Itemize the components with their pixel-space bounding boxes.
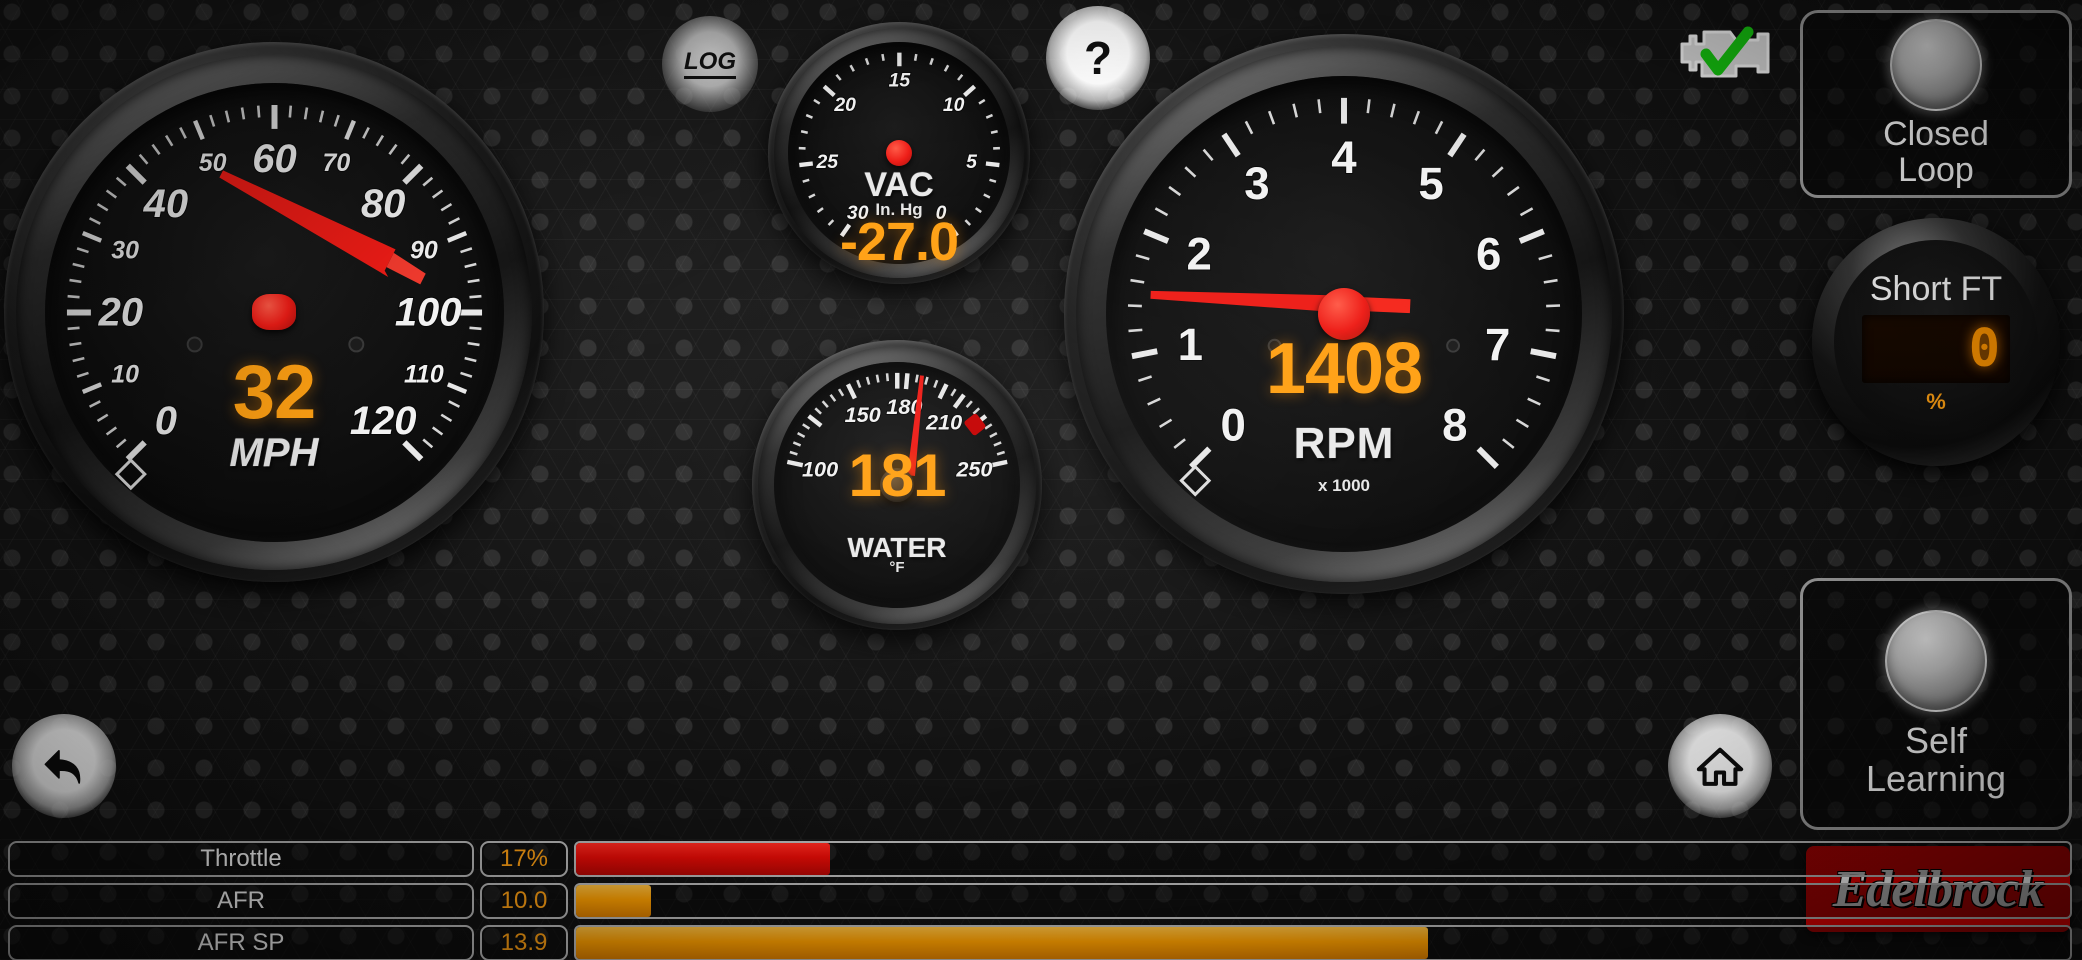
self-learning-label-line2: Learning	[1865, 758, 2007, 799]
svg-text:70: 70	[322, 149, 350, 177]
short-ft-title: Short FT	[1869, 269, 2003, 308]
svg-text:30: 30	[111, 236, 139, 264]
svg-text:15: 15	[888, 69, 910, 91]
short-ft-gauge[interactable]: Short FT 0 %	[1812, 218, 2060, 466]
help-button[interactable]: ?	[1046, 6, 1150, 110]
self-learning-panel[interactable]: Self Learning	[1800, 578, 2072, 830]
vacuum-gauge[interactable]: 0 5 10 15 20 25 30 VAC In. Hg -27.0	[768, 22, 1030, 284]
bar-label: AFR	[8, 883, 474, 919]
bar-value: 17%	[480, 841, 568, 877]
short-ft-display: 0	[1862, 314, 2010, 383]
closed-loop-panel[interactable]: Closed Loop	[1800, 10, 2072, 198]
bar-track	[574, 883, 2072, 919]
help-icon: ?	[1083, 32, 1113, 84]
closed-loop-label-line1: Closed	[1883, 115, 1989, 154]
tachometer-needle	[1150, 290, 1411, 314]
svg-text:80: 80	[360, 181, 404, 225]
closed-loop-label-line2: Loop	[1898, 151, 1974, 189]
vacuum-digital-value: -27.0	[839, 211, 959, 272]
water-temp-sub-unit-label: °F	[889, 558, 905, 576]
svg-text:90: 90	[409, 236, 437, 264]
water-temp-digital-value: 181	[848, 441, 946, 509]
svg-text:20: 20	[97, 290, 142, 334]
bar-track	[574, 841, 2072, 877]
bar-fill	[576, 885, 651, 917]
home-icon	[1696, 747, 1744, 786]
svg-text:5: 5	[1418, 158, 1443, 209]
bar-value: 10.0	[480, 883, 568, 919]
home-button[interactable]	[1668, 714, 1772, 818]
closed-loop-indicator-lamp[interactable]	[1890, 19, 1982, 112]
speedometer-face: 0 20 40 60 80 100 120 10 30 50 70 90 110 32 MPH	[44, 82, 504, 542]
self-learning-label: Self Learning	[1866, 722, 2006, 798]
closed-loop-label: Closed Loop	[1883, 117, 1989, 188]
tachometer-face: 012345678 1408 RPM x 1000	[1106, 76, 1582, 552]
bar-fill	[576, 927, 1428, 959]
short-ft-unit: %	[1926, 388, 1946, 414]
self-learning-indicator-lamp[interactable]	[1885, 610, 1987, 713]
bar-track	[574, 925, 2072, 960]
self-learning-label-line1: Self	[1904, 720, 1968, 762]
speedometer-gauge[interactable]: 0 20 40 60 80 100 120 10 30 50 70 90 110 32 MPH	[4, 42, 544, 582]
svg-text:4: 4	[1331, 132, 1357, 183]
tachometer-sub-unit-label: x 1000	[1318, 475, 1370, 495]
log-button[interactable]: LOG	[662, 16, 758, 112]
svg-text:100: 100	[394, 290, 461, 334]
table-row[interactable]: AFR 10.0	[8, 883, 2072, 919]
svg-text:210: 210	[925, 409, 962, 434]
back-arrow-icon	[44, 749, 81, 784]
water-temp-face: 100 150 180 210 250 181 WATER °F	[773, 361, 1021, 609]
bar-label: Throttle	[8, 841, 474, 877]
svg-text:20: 20	[833, 94, 856, 116]
bar-value: 13.9	[480, 925, 568, 960]
speedometer-digital-value: 32	[232, 349, 317, 435]
bar-fill	[576, 843, 830, 875]
svg-text:10: 10	[942, 94, 964, 116]
speedometer-unit-label: MPH	[229, 431, 319, 476]
svg-text:3: 3	[1244, 158, 1269, 209]
table-row[interactable]: Throttle 17%	[8, 841, 2072, 877]
back-button[interactable]	[12, 714, 116, 818]
svg-text:6: 6	[1476, 229, 1501, 280]
water-temp-gauge[interactable]: 100 150 180 210 250 181 WATER °F	[752, 340, 1042, 630]
table-row[interactable]: AFR SP 13.9	[8, 925, 2072, 960]
tachometer-gauge[interactable]: 012345678 1408 RPM x 1000	[1064, 34, 1624, 594]
vacuum-hub	[886, 140, 912, 166]
short-ft-face: Short FT 0 %	[1834, 240, 2038, 444]
parameter-bars-panel: Throttle 17% AFR 10.0 AFR SP 13.9	[0, 835, 2082, 960]
engine-check-ok-icon[interactable]	[1672, 14, 1782, 92]
log-button-label: LOG	[684, 49, 736, 79]
bar-label: AFR SP	[8, 925, 474, 960]
svg-text:2: 2	[1187, 229, 1212, 280]
tachometer-digital-value: 1408	[1265, 329, 1423, 410]
dashboard-root: 0 20 40 60 80 100 120 10 30 50 70 90 110 32 MPH 0 5 10	[0, 0, 2082, 960]
svg-text:150: 150	[844, 402, 880, 427]
speedometer-hub	[252, 294, 296, 330]
svg-text:60: 60	[252, 136, 296, 180]
short-ft-value: 0	[1968, 318, 2000, 379]
tachometer-unit-label: RPM	[1293, 418, 1395, 468]
svg-text:40: 40	[142, 181, 187, 225]
